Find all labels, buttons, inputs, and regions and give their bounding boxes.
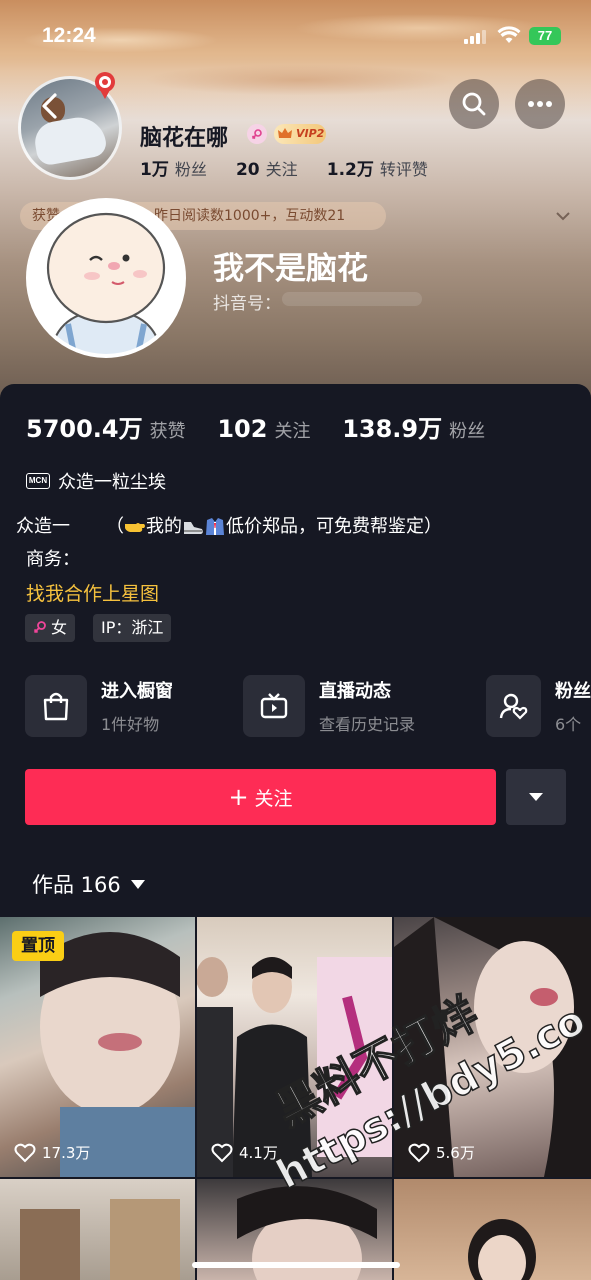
works-tab[interactable]: 作品 166 — [32, 869, 145, 899]
cellular-signal-icon — [464, 30, 486, 44]
followers-count: 138.9万 — [342, 415, 443, 443]
sneaker-emoji-icon — [184, 522, 203, 534]
works-tab-label: 作品 166 — [32, 873, 121, 897]
shopping-bag-icon — [43, 692, 69, 721]
video-thumbnail[interactable] — [0, 1179, 195, 1280]
feature-subtitle: 6个 — [555, 715, 582, 734]
bio-line-2: 商务： — [26, 549, 80, 570]
header-interactions-count: 1.2万 — [326, 160, 374, 180]
video-thumbnail[interactable] — [394, 1179, 591, 1280]
search-button[interactable] — [449, 79, 499, 129]
feature-title: 粉丝 — [555, 681, 591, 702]
follow-button-label: 关注 — [254, 787, 293, 810]
chevron-down-icon[interactable] — [553, 206, 573, 226]
fan-group-entry[interactable]: 粉丝 6个 — [486, 674, 591, 738]
fan-heart-icon-tile — [486, 675, 541, 737]
gender-tag: 女 — [25, 614, 76, 642]
status-time: 12:24 — [42, 24, 96, 47]
feature-title: 进入橱窗 — [101, 681, 173, 702]
followers-label: 粉丝 — [449, 421, 486, 442]
search-icon — [462, 92, 486, 116]
live-history-entry[interactable]: 直播动态 查看历史记录 — [243, 674, 415, 738]
header-following-count: 20 — [235, 160, 260, 180]
header-interactions-label: 转评赞 — [379, 160, 428, 179]
more-options-button[interactable] — [515, 79, 565, 129]
bio-text: 我的 — [146, 516, 182, 537]
bio-line-1: 众造一 （ 我的 低价郑品，可免费帮鉴定） — [16, 512, 442, 538]
shopping-bag-icon-tile — [25, 675, 87, 737]
video-cover-image — [468, 1219, 536, 1280]
more-dots-icon — [528, 101, 552, 107]
following-count: 102 — [217, 415, 268, 443]
gender-text: 女 — [51, 618, 68, 637]
mcn-name: 众造一粒尘埃 — [58, 472, 166, 493]
profile-stats: 5700.4万 获赞 102 关注 138.9万 粉丝 — [26, 409, 485, 444]
wifi-icon — [497, 26, 521, 43]
pointing-hand-emoji-icon — [125, 523, 145, 532]
home-indicator[interactable] — [192, 1262, 400, 1268]
feature-subtitle: 1件好物 — [101, 715, 160, 734]
profile-nickname: 我不是脑花 — [213, 251, 368, 287]
shop-window-entry[interactable]: 进入橱窗 1件好物 — [25, 674, 173, 738]
header-stats: 1万 粉丝 20 关注 1.2万 转评赞 — [140, 155, 428, 180]
header-fans-label: 粉丝 — [174, 160, 207, 179]
chevron-left-icon — [42, 93, 57, 119]
cartoon-avatar-image — [30, 202, 182, 354]
female-icon — [247, 124, 267, 144]
likes-label: 获赞 — [149, 421, 186, 442]
heart-outline-icon — [211, 1143, 233, 1162]
following-stat[interactable]: 102 关注 — [217, 415, 336, 443]
feature-subtitle: 查看历史记录 — [319, 715, 416, 734]
vip-level: VIP2 — [296, 127, 325, 140]
bio-text: 众造一 — [16, 516, 70, 537]
mcn-organization[interactable]: MCN 众造一粒尘埃 — [26, 468, 166, 494]
likes-count-text: 17.3万 — [42, 1144, 91, 1162]
following-label: 关注 — [274, 421, 311, 442]
likes-count: 5700.4万 — [26, 415, 143, 443]
mcn-icon: MCN — [26, 473, 50, 489]
battery-icon: 77 — [529, 27, 561, 45]
header-username: 脑花在哪 — [140, 126, 229, 151]
fan-heart-icon — [499, 693, 527, 720]
pinned-badge: 置顶 — [12, 931, 64, 961]
status-bar: 12:24 77 — [0, 22, 591, 52]
caret-down-icon — [130, 879, 145, 889]
notice-text: 昨日阅读数1000+，互动数21 — [154, 208, 346, 224]
followers-stat[interactable]: 138.9万 粉丝 — [342, 415, 486, 443]
suit-emoji-icon — [206, 518, 224, 535]
profile-avatar[interactable] — [26, 198, 186, 358]
tv-icon — [260, 693, 288, 719]
tv-icon-tile — [243, 675, 305, 737]
back-button[interactable] — [30, 86, 70, 126]
bio-text: 低价郑品，可免费帮鉴定） — [226, 516, 442, 537]
video-cover-image — [20, 1199, 180, 1280]
header-fans-count: 1万 — [140, 160, 169, 180]
vip-badge: VIP2 — [274, 124, 326, 144]
feature-title: 直播动态 — [319, 681, 391, 702]
follow-button[interactable]: + 关注 — [25, 769, 496, 825]
star-map-cooperation-link[interactable]: 找我合作上星图 — [26, 579, 159, 606]
female-icon — [33, 621, 46, 634]
douyin-id-label: 抖音号： — [213, 294, 281, 314]
crown-icon — [278, 128, 292, 138]
video-likes: 17.3万 — [14, 1142, 90, 1163]
bio-text: （ — [106, 516, 124, 537]
caret-down-icon — [529, 793, 543, 801]
heart-outline-icon — [14, 1143, 36, 1162]
video-thumbnail[interactable]: 置顶 17.3万 — [0, 917, 195, 1177]
header-following-label: 关注 — [265, 160, 298, 179]
douyin-id-redacted — [282, 292, 422, 306]
follow-more-button[interactable] — [506, 769, 566, 825]
ip-location-tag: IP：浙江 — [93, 614, 172, 642]
question-badge-icon — [95, 72, 115, 99]
plus-icon: + — [228, 783, 249, 811]
